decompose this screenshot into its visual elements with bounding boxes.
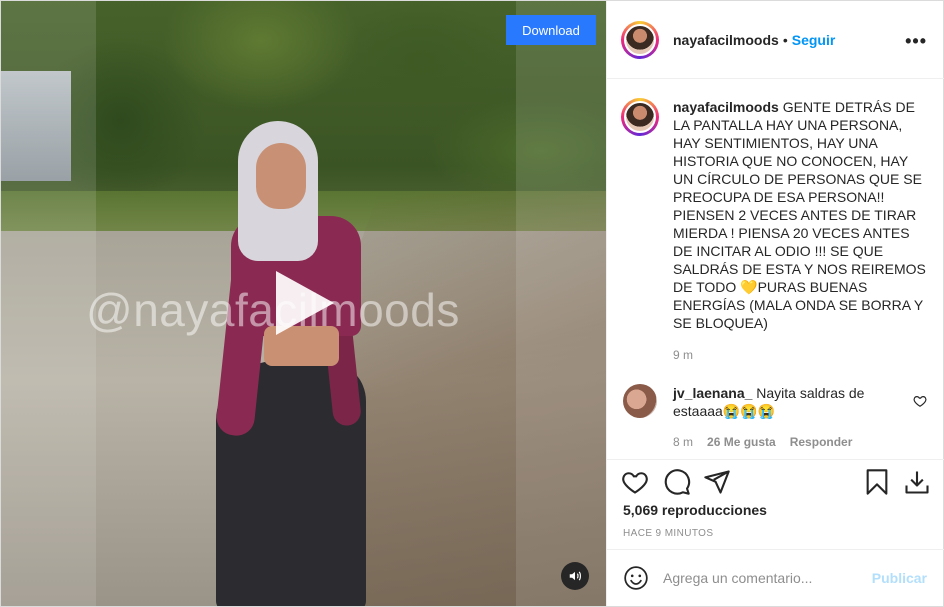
more-options-icon[interactable]: ••• [905,31,927,52]
bookmark-icon[interactable] [863,468,891,496]
video-side-blur-right [516,1,606,606]
emoji-icon[interactable] [623,565,649,591]
sound-toggle-button[interactable] [561,562,589,590]
avatar[interactable] [624,23,656,56]
caption-story-ring[interactable] [621,98,659,136]
play-icon[interactable] [276,271,334,335]
comment-item: jv_laenana_ Nayita saldras de estaaaa😭😭😭 [621,384,931,420]
video-subject [206,121,376,606]
post-header: nayafacilmoods • Seguir ••• [607,1,944,79]
action-bar: 5,069 reproducciones HACE 9 MINUTOS [607,459,944,549]
comment-input[interactable] [663,570,853,586]
comment-meta: 8 m 26 Me gusta Responder [673,435,852,449]
comment-timestamp[interactable]: 8 m [673,435,693,449]
view-count[interactable]: 5,069 reproducciones [623,502,767,518]
commenter-username[interactable]: jv_laenana_ [673,385,752,401]
header-separator: • [782,31,788,48]
comment-likes[interactable]: 26 Me gusta [707,435,776,449]
video-side-blur-left [1,1,96,606]
video-player[interactable]: @nayafacilmoods Download [1,1,606,606]
follow-button[interactable]: Seguir [792,32,836,48]
heart-icon[interactable] [621,468,649,496]
post-sidebar: nayafacilmoods • Seguir ••• nayafacilmoo… [606,1,944,606]
comments-section[interactable]: nayafacilmoods GENTE DETRÁS DE LA PANTAL… [607,80,944,459]
post-caption: nayafacilmoods GENTE DETRÁS DE LA PANTAL… [621,98,931,332]
subject-face [256,143,306,209]
author-username[interactable]: nayafacilmoods [673,32,779,48]
reply-button[interactable]: Responder [790,435,853,449]
download-button[interactable]: Download [506,15,596,45]
commenter-avatar[interactable] [623,384,657,418]
share-icon[interactable] [703,468,731,496]
comment-like-icon[interactable] [913,394,927,408]
download-icon[interactable] [903,468,931,496]
speaker-icon [569,571,581,581]
caption-content: GENTE DETRÁS DE LA PANTALLA HAY UNA PERS… [673,99,926,331]
comment-icon[interactable] [663,468,691,496]
caption-avatar[interactable] [624,101,656,133]
caption-text: nayafacilmoods GENTE DETRÁS DE LA PANTAL… [673,98,931,332]
story-ring[interactable] [621,20,659,59]
comment-text: jv_laenana_ Nayita saldras de estaaaa😭😭😭 [673,384,893,420]
video-watermark: @nayafacilmoods [86,284,460,336]
post-timestamp[interactable]: HACE 9 MINUTOS [623,528,713,539]
add-comment-bar: Publicar [607,549,944,606]
instagram-post: @nayafacilmoods Download nayafacilmoods … [0,0,944,607]
caption-timestamp[interactable]: 9 m [673,348,693,362]
publish-button[interactable]: Publicar [872,570,927,586]
caption-username[interactable]: nayafacilmoods [673,99,779,115]
